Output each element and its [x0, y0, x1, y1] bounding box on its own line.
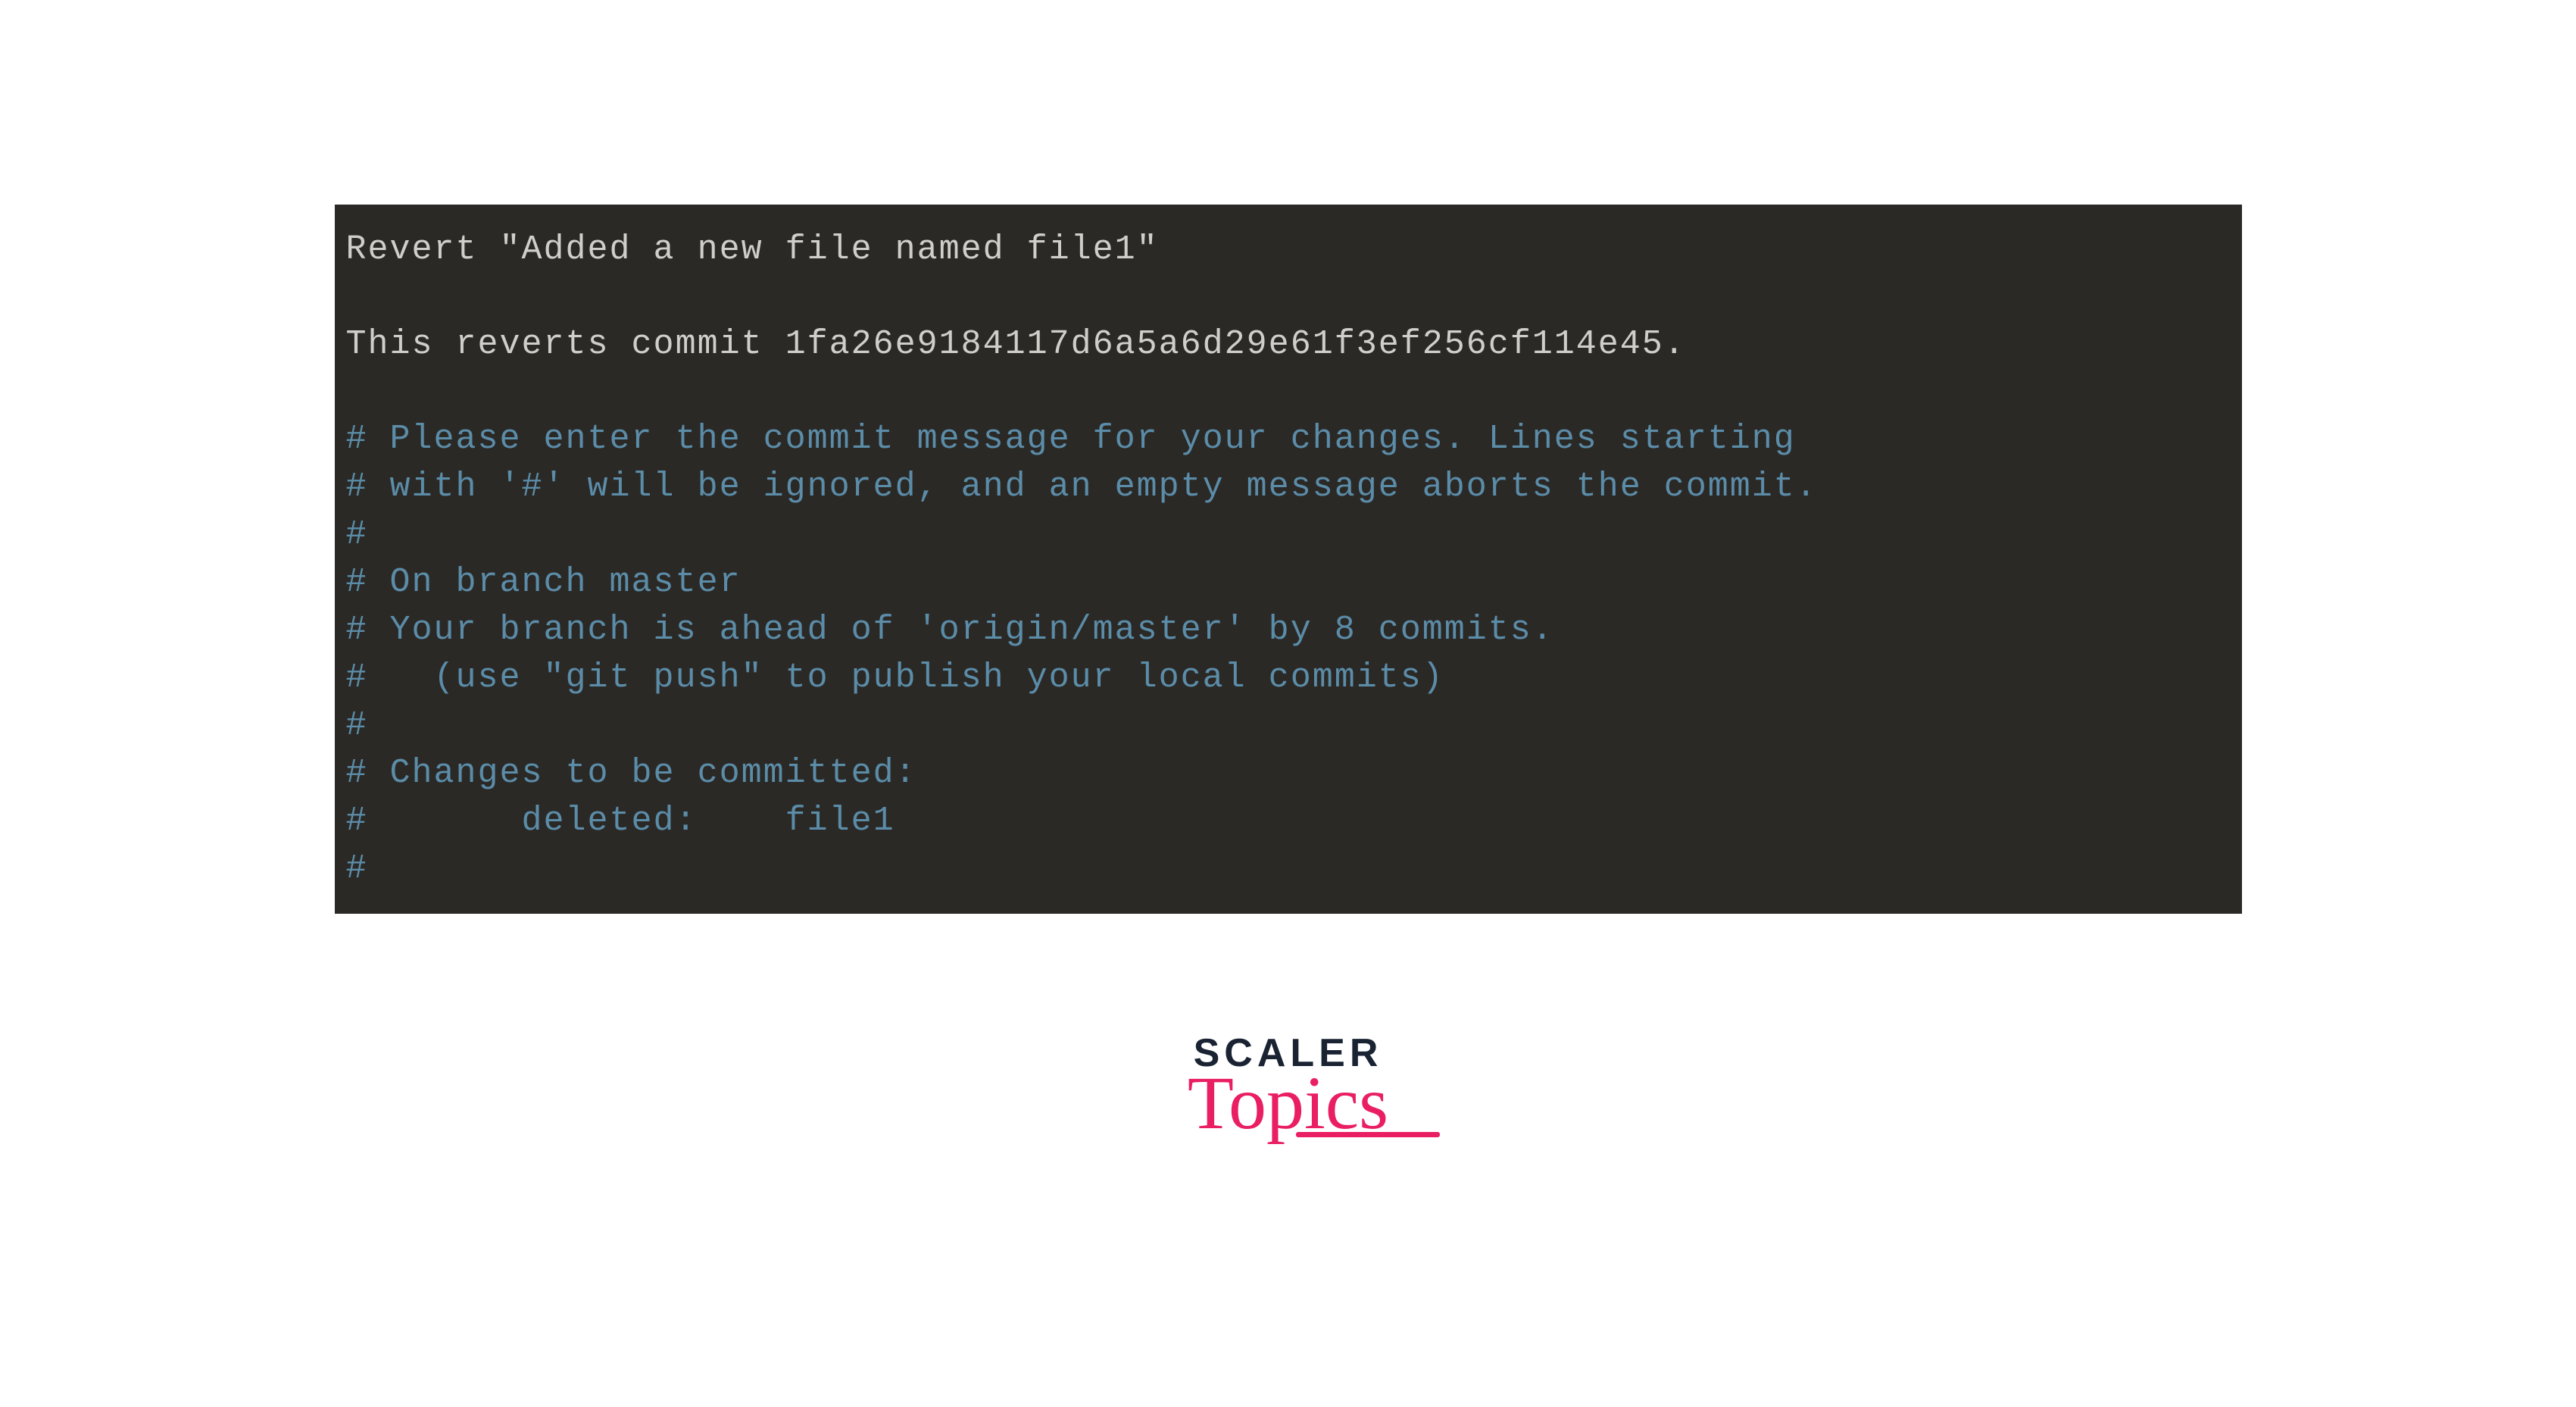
comment-line: # with '#' will be ignored, and an empty…: [346, 463, 2231, 511]
terminal-editor[interactable]: Revert "Added a new file named file1" Th…: [335, 205, 2242, 914]
comment-line: # (use "git push" to publish your local …: [346, 654, 2231, 702]
scaler-topics-logo: SCALER Topics: [1188, 1030, 1388, 1146]
logo-topics-text: Topics: [1188, 1059, 1388, 1146]
blank-line: [346, 368, 2231, 415]
commit-revert-line: This reverts commit 1fa26e9184117d6a5a6d…: [346, 320, 2231, 368]
commit-message-line: Revert "Added a new file named file1": [346, 226, 2231, 274]
comment-line: # Changes to be committed:: [346, 749, 2231, 797]
comment-line: #: [346, 702, 2231, 749]
comment-line: # deleted: file1: [346, 797, 2231, 845]
comment-line: #: [346, 511, 2231, 558]
comment-line: #: [346, 845, 2231, 893]
comment-line: # Please enter the commit message for yo…: [346, 415, 2231, 463]
comment-line: # Your branch is ahead of 'origin/master…: [346, 606, 2231, 654]
blank-line: [346, 274, 2231, 320]
comment-line: # On branch master: [346, 558, 2231, 606]
